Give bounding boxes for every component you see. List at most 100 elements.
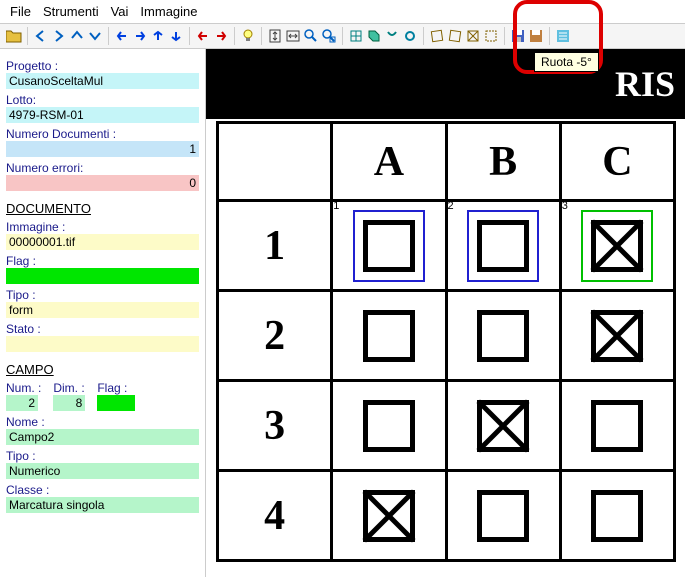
arrow-left-icon[interactable] <box>33 28 49 44</box>
form-title: RIS <box>206 49 685 119</box>
progetto-value: CusanoSceltaMul <box>6 73 199 89</box>
corner-cell <box>219 124 333 202</box>
menu-strumenti[interactable]: Strumenti <box>43 4 99 19</box>
immagine-label: Immagine : <box>6 220 199 234</box>
lotto-label: Lotto: <box>6 93 199 107</box>
list-icon[interactable] <box>555 28 571 44</box>
cell-4c <box>562 472 676 562</box>
num-value: 2 <box>6 395 38 411</box>
menu-vai[interactable]: Vai <box>111 4 129 19</box>
separator <box>108 27 109 45</box>
numdoc-label: Numero Documenti : <box>6 127 199 141</box>
checkbox-icon <box>591 400 643 452</box>
separator <box>504 27 505 45</box>
separator <box>549 27 550 45</box>
fit-width-icon[interactable] <box>285 28 301 44</box>
zoom-area-icon[interactable] <box>321 28 337 44</box>
classe-label: Classe : <box>6 483 199 497</box>
checkbox-icon <box>363 220 415 272</box>
nome-label: Nome : <box>6 415 199 429</box>
tag-3: 3 <box>562 200 568 212</box>
cflag-value <box>97 395 135 411</box>
rotate2-icon[interactable] <box>447 28 463 44</box>
save-icon[interactable] <box>510 28 526 44</box>
tag-2: 2 <box>448 200 454 212</box>
separator <box>189 27 190 45</box>
checkbox-icon <box>477 490 529 542</box>
tag-1: 1 <box>333 200 339 212</box>
immagine-value: 00000001.tif <box>6 234 199 250</box>
arrow-right-blue-icon[interactable] <box>132 28 148 44</box>
separator <box>342 27 343 45</box>
arrow-right-red-icon[interactable] <box>213 28 229 44</box>
tag-icon[interactable] <box>366 28 382 44</box>
checkbox-marked-icon <box>591 310 643 362</box>
toolbar <box>0 24 685 49</box>
arrow-left-blue-icon[interactable] <box>114 28 130 44</box>
ctipo-label: Tipo : <box>6 449 199 463</box>
image-viewer[interactable]: RIS A B C 1 1 2 3 2 3 <box>205 49 685 577</box>
folder-icon[interactable] <box>6 28 22 44</box>
menu-file[interactable]: File <box>10 4 31 19</box>
menubar: File Strumenti Vai Immagine <box>0 0 685 24</box>
numerr-value: 0 <box>6 175 199 191</box>
nome-value: Campo2 <box>6 429 199 445</box>
stato-label: Stato : <box>6 322 199 336</box>
flag-value <box>6 268 199 284</box>
cell-2b <box>448 292 562 382</box>
checkbox-icon <box>477 310 529 362</box>
progetto-label: Progetto : <box>6 59 199 73</box>
num-label: Num. : <box>6 381 41 395</box>
rotate4-icon[interactable] <box>483 28 499 44</box>
arrow-up-blue-icon[interactable] <box>150 28 166 44</box>
cell-1b: 2 <box>448 202 562 292</box>
menu-immagine[interactable]: Immagine <box>140 4 197 19</box>
flag-label: Flag : <box>6 254 199 268</box>
arrow-left-red-icon[interactable] <box>195 28 211 44</box>
arrow-down-icon[interactable] <box>87 28 103 44</box>
arrow-up-icon[interactable] <box>69 28 85 44</box>
form-grid: A B C 1 1 2 3 2 3 <box>216 121 676 562</box>
cell-2c <box>562 292 676 382</box>
row-header-4: 4 <box>219 472 333 562</box>
cell-3b <box>448 382 562 472</box>
documento-header: DOCUMENTO <box>6 201 199 216</box>
tipo-value: form <box>6 302 199 318</box>
cell-3a <box>333 382 447 472</box>
col-header-c: C <box>562 124 676 202</box>
tool2-icon[interactable] <box>402 28 418 44</box>
numdoc-value: 1 <box>6 141 199 157</box>
save2-icon[interactable] <box>528 28 544 44</box>
zoom-icon[interactable] <box>303 28 319 44</box>
checkbox-icon <box>477 220 529 272</box>
lightbulb-icon[interactable] <box>240 28 256 44</box>
col-header-b: B <box>448 124 562 202</box>
checkbox-icon <box>591 490 643 542</box>
tooltip: Ruota -5° <box>534 52 599 72</box>
cell-4a <box>333 472 447 562</box>
cell-1c: 3 <box>562 202 676 292</box>
tool1-icon[interactable] <box>384 28 400 44</box>
rotate1-icon[interactable] <box>429 28 445 44</box>
cflag-label: Flag : <box>97 381 135 395</box>
separator <box>423 27 424 45</box>
checkbox-icon <box>363 400 415 452</box>
dim-label: Dim. : <box>53 381 85 395</box>
checkbox-marked-icon <box>477 400 529 452</box>
grid-icon[interactable] <box>348 28 364 44</box>
campo-header: CAMPO <box>6 362 199 377</box>
lotto-value: 4979-RSM-01 <box>6 107 199 123</box>
row-header-3: 3 <box>219 382 333 472</box>
rotate3-icon[interactable] <box>465 28 481 44</box>
fit-height-icon[interactable] <box>267 28 283 44</box>
checkbox-marked-icon <box>363 490 415 542</box>
row-header-2: 2 <box>219 292 333 382</box>
cell-3c <box>562 382 676 472</box>
classe-value: Marcatura singola <box>6 497 199 513</box>
arrow-down-blue-icon[interactable] <box>168 28 184 44</box>
cell-1a: 1 <box>333 202 447 292</box>
checkbox-marked-icon <box>591 220 643 272</box>
col-header-a: A <box>333 124 447 202</box>
tipo-label: Tipo : <box>6 288 199 302</box>
arrow-right-icon[interactable] <box>51 28 67 44</box>
